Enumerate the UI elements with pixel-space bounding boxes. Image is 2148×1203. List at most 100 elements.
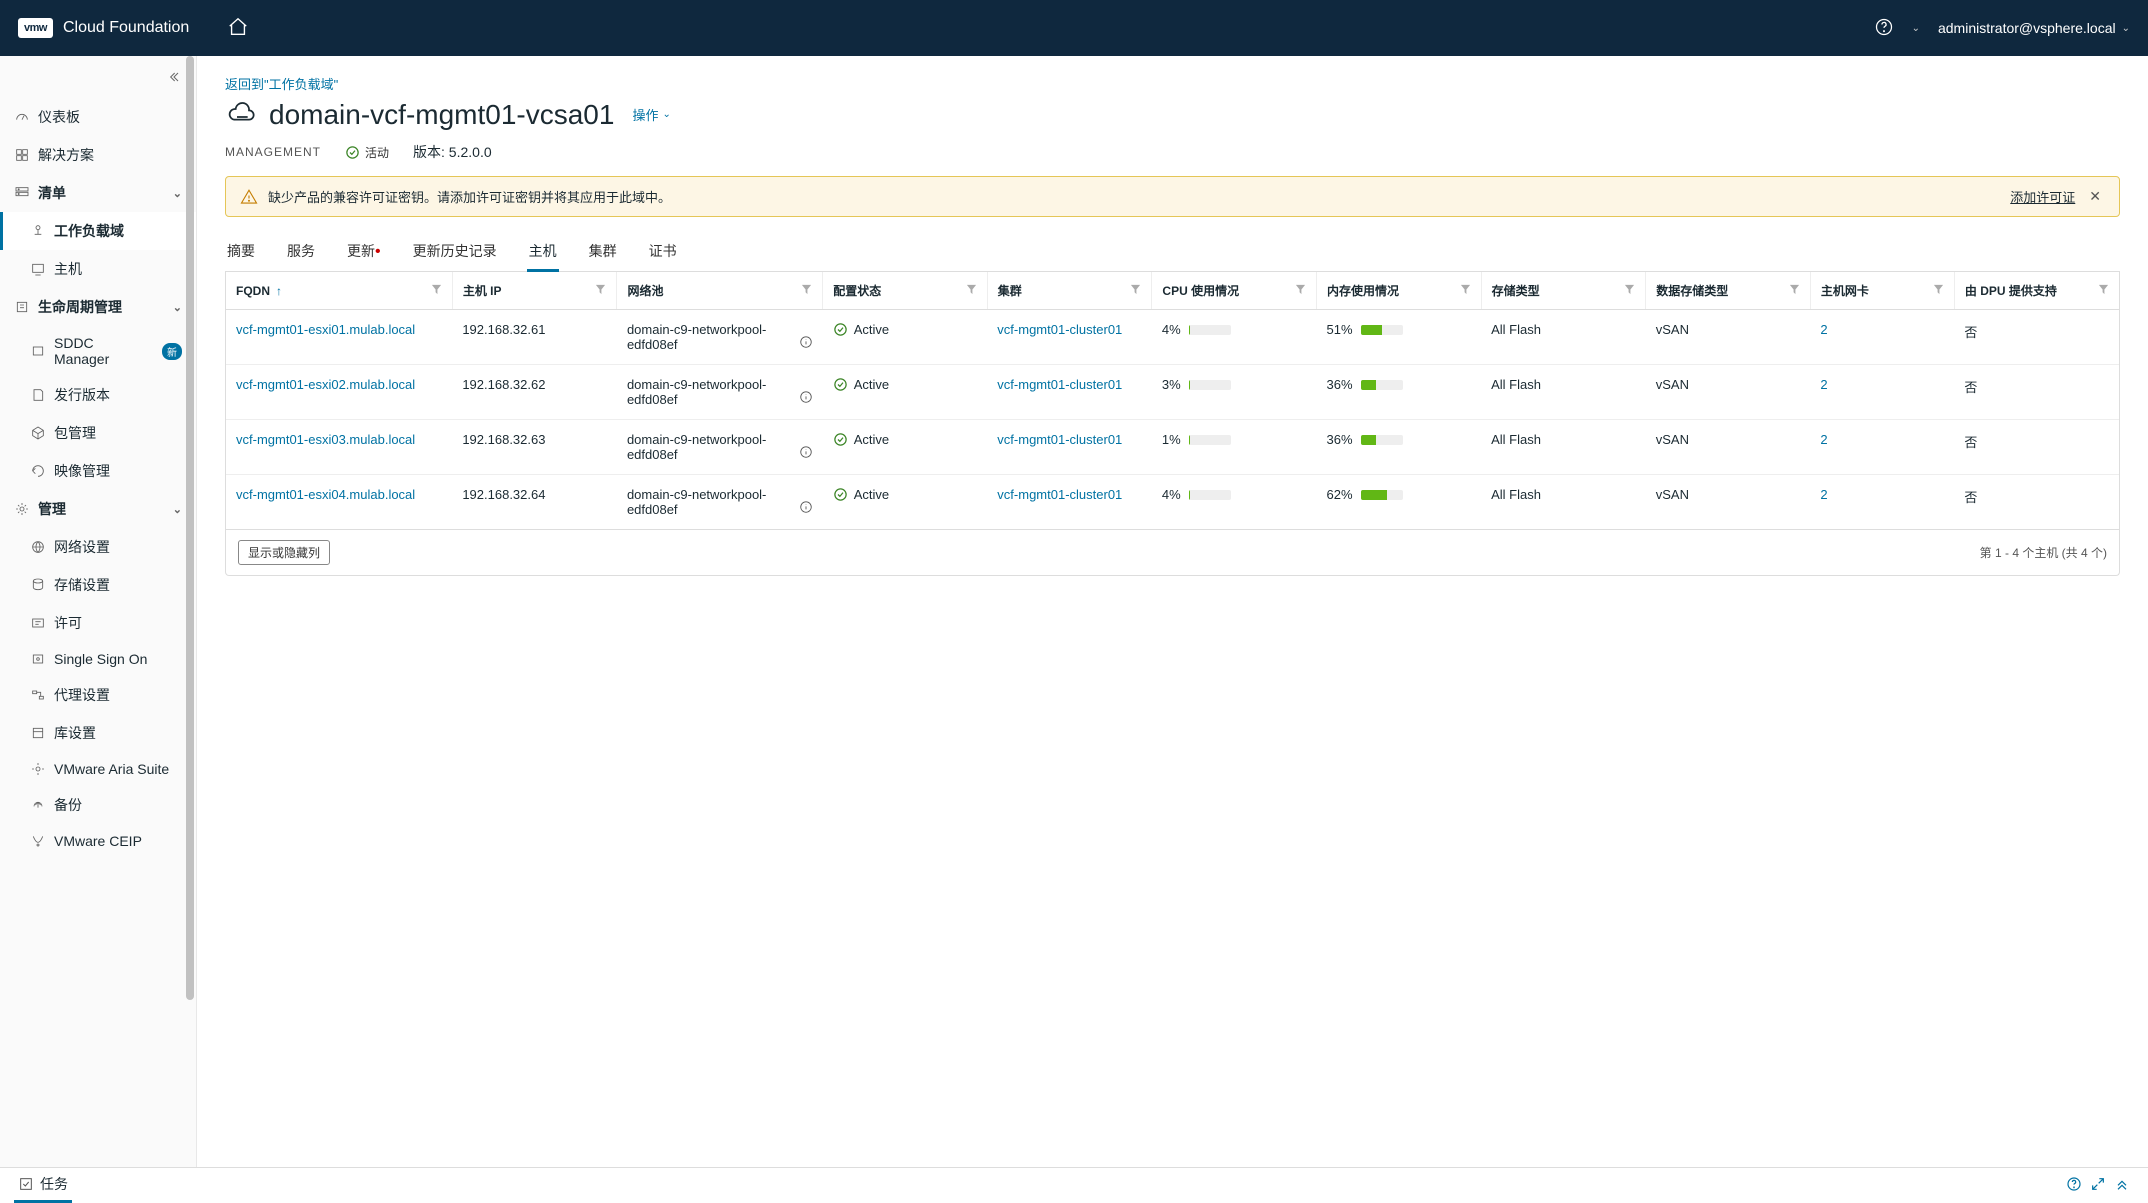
nav-workload-domains[interactable]: 工作负载域 [0,212,196,250]
nav-licensing[interactable]: 许可 [0,604,196,642]
nav-inventory[interactable]: 清单 ⌄ [0,174,196,212]
col-fqdn[interactable]: FQDN↑ [226,272,452,310]
nav-sddc-manager[interactable]: SDDC Manager 新 [0,326,196,376]
info-icon[interactable] [799,445,813,462]
cpu-usage-cell: 3% [1162,377,1307,392]
tab-update-history[interactable]: 更新历史记录 [411,233,499,271]
package-icon [30,425,46,441]
nav-label: VMware CEIP [54,833,182,849]
tab-update[interactable]: 更新• [345,233,383,271]
filter-icon[interactable] [1295,284,1306,298]
col-network-pool[interactable]: 网络池 [617,272,823,310]
host-ip-cell: 192.168.32.63 [452,420,617,475]
cluster-link[interactable]: vcf-mgmt01-cluster01 [997,377,1122,392]
network-pool-cell: domain-c9-networkpool-edfd08ef [627,432,795,462]
tab-services[interactable]: 服务 [285,233,317,271]
sort-asc-icon: ↑ [276,284,282,298]
col-host-nics[interactable]: 主机网卡 [1810,272,1954,310]
tab-hosts[interactable]: 主机 [527,233,559,271]
storage-type-cell: All Flash [1481,365,1646,420]
table-row: vcf-mgmt01-esxi01.mulab.local192.168.32.… [226,310,2119,365]
nav-label: 主机 [54,259,182,279]
nics-link[interactable]: 2 [1820,377,1827,392]
info-icon[interactable] [799,335,813,352]
table-row: vcf-mgmt01-esxi03.mulab.local 192.168.32.… [226,420,2119,475]
actions-dropdown[interactable]: 操作⌄ [632,105,670,124]
check-circle-icon [833,487,848,502]
nics-link[interactable]: 2 [1820,487,1827,502]
filter-icon[interactable] [2098,284,2109,298]
tasks-panel-toggle[interactable]: 任务 [14,1168,72,1203]
info-icon[interactable] [799,500,813,517]
col-dpu[interactable]: 由 DPU 提供支持 [1954,272,2119,310]
help-button-bottom[interactable] [2062,1172,2086,1199]
filter-icon[interactable] [801,284,812,298]
header-dropdown[interactable]: ⌄ [1912,23,1920,34]
filter-icon[interactable] [431,284,442,298]
check-circle-icon [833,432,848,447]
host-fqdn-link[interactable]: vcf-mgmt01-esxi03.mulab.local [236,432,415,447]
filter-icon[interactable] [1130,284,1141,298]
dpu-cell: 否 [1954,420,2119,475]
expand-button[interactable] [2086,1172,2110,1199]
collapse-up-button[interactable] [2110,1172,2134,1199]
nav-storage[interactable]: 存储设置 [0,566,196,604]
cluster-link[interactable]: vcf-mgmt01-cluster01 [997,322,1122,337]
nav-proxy[interactable]: 代理设置 [0,676,196,714]
storage-type-cell: All Flash [1481,310,1646,365]
show-hide-columns-button[interactable]: 显示或隐藏列 [238,540,330,565]
nav-admin[interactable]: 管理 ⌄ [0,490,196,528]
host-fqdn-link[interactable]: vcf-mgmt01-esxi04.mulab.local [236,487,415,502]
add-license-link[interactable]: 添加许可证 [2010,187,2075,206]
info-icon[interactable] [799,390,813,407]
col-config-status[interactable]: 配置状态 [823,272,988,310]
nav-repo[interactable]: 库设置 [0,714,196,752]
host-fqdn-link[interactable]: vcf-mgmt01-esxi01.mulab.local [236,322,415,337]
tab-certs[interactable]: 证书 [647,233,679,271]
filter-icon[interactable] [1933,284,1944,298]
col-cluster[interactable]: 集群 [987,272,1152,310]
nav-label: 发行版本 [54,385,182,405]
cluster-link[interactable]: vcf-mgmt01-cluster01 [997,487,1122,502]
nics-link[interactable]: 2 [1820,432,1827,447]
cluster-link[interactable]: vcf-mgmt01-cluster01 [997,432,1122,447]
col-storage-type[interactable]: 存储类型 [1481,272,1646,310]
col-mem[interactable]: 内存使用情况 [1317,272,1482,310]
sidebar-collapse-button[interactable] [0,56,196,98]
sidebar-scrollbar[interactable] [184,56,196,1167]
filter-icon[interactable] [966,284,977,298]
filter-icon[interactable] [1624,284,1635,298]
nav-dashboard[interactable]: 仪表板 [0,98,196,136]
nav-lifecycle[interactable]: 生命周期管理 ⌄ [0,288,196,326]
nav-backup[interactable]: 备份 [0,786,196,824]
storage-type-cell: All Flash [1481,475,1646,530]
nav-bundle-mgmt[interactable]: 包管理 [0,414,196,452]
host-fqdn-link[interactable]: vcf-mgmt01-esxi02.mulab.local [236,377,415,392]
tab-clusters[interactable]: 集群 [587,233,619,271]
help-button[interactable] [1874,17,1894,40]
nav-ceip[interactable]: VMware CEIP [0,824,196,858]
nav-image-mgmt[interactable]: 映像管理 [0,452,196,490]
tab-summary[interactable]: 摘要 [225,233,257,271]
alert-close-button[interactable]: ✕ [2085,188,2105,205]
nav-solutions[interactable]: 解决方案 [0,136,196,174]
nav-releases[interactable]: 发行版本 [0,376,196,414]
nav-hosts[interactable]: 主机 [0,250,196,288]
status-active: 活动 [345,144,389,161]
sidebar: 仪表板 解决方案 清单 ⌄ 工作负载域 主机 [0,56,197,1167]
filter-icon[interactable] [1789,284,1800,298]
nics-link[interactable]: 2 [1820,322,1827,337]
nav-aria[interactable]: VMware Aria Suite [0,752,196,786]
logo: vmw [18,18,53,38]
col-host-ip[interactable]: 主机 IP [452,272,617,310]
nav-sso[interactable]: Single Sign On [0,642,196,676]
nav-network[interactable]: 网络设置 [0,528,196,566]
breadcrumb-back[interactable]: 返回到"工作负载域" [225,74,2120,93]
home-button[interactable] [227,16,249,41]
mem-usage-cell: 36% [1327,432,1472,447]
filter-icon[interactable] [1460,284,1471,298]
user-menu[interactable]: administrator@vsphere.local ⌄ [1938,20,2130,36]
col-cpu[interactable]: CPU 使用情况 [1152,272,1317,310]
col-datastore-type[interactable]: 数据存储类型 [1646,272,1811,310]
filter-icon[interactable] [595,284,606,298]
